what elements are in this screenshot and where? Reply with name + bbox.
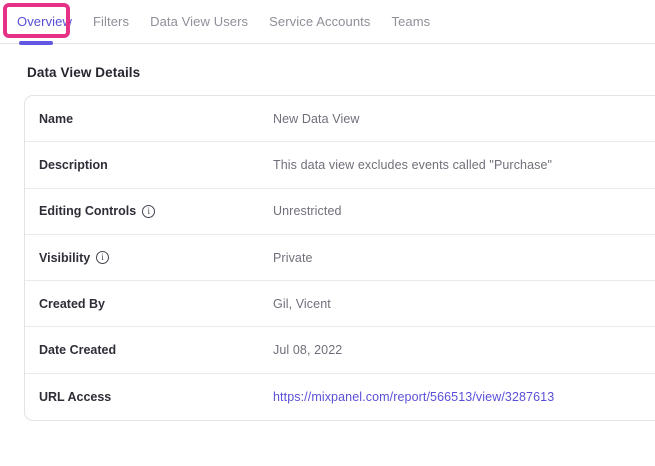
- info-icon[interactable]: i: [142, 205, 155, 218]
- page-title: Data View Details: [27, 65, 655, 80]
- row-label-text: URL Access: [39, 390, 111, 404]
- row-label: Date Created: [39, 343, 273, 357]
- row-label: URL Access: [39, 390, 273, 404]
- table-row-visibility: Visibility i Private: [25, 235, 655, 281]
- row-label-text: Created By: [39, 297, 105, 311]
- row-value: Unrestricted: [273, 204, 342, 218]
- row-label: Created By: [39, 297, 273, 311]
- tab-overview[interactable]: Overview: [17, 14, 72, 29]
- row-label-text: Date Created: [39, 343, 116, 357]
- tab-bar: Overview Filters Data View Users Service…: [0, 0, 655, 44]
- row-label: Visibility i: [39, 251, 273, 265]
- row-label: Editing Controls i: [39, 204, 273, 218]
- table-row-description: Description This data view excludes even…: [25, 142, 655, 188]
- row-label-text: Editing Controls: [39, 204, 136, 218]
- tab-teams[interactable]: Teams: [391, 14, 430, 29]
- row-label: Name: [39, 112, 273, 126]
- row-label: Description: [39, 158, 273, 172]
- row-value: This data view excludes events called "P…: [273, 158, 552, 172]
- tab-filters[interactable]: Filters: [93, 14, 129, 29]
- tab-service-accounts[interactable]: Service Accounts: [269, 14, 370, 29]
- table-row-editing-controls: Editing Controls i Unrestricted: [25, 189, 655, 235]
- table-row-created-by: Created By Gil, Vicent: [25, 281, 655, 327]
- info-icon[interactable]: i: [96, 251, 109, 264]
- row-value: Gil, Vicent: [273, 297, 331, 311]
- active-tab-indicator: [19, 41, 53, 45]
- table-row-date-created: Date Created Jul 08, 2022: [25, 327, 655, 373]
- row-label-text: Visibility: [39, 251, 90, 265]
- row-label-text: Name: [39, 112, 73, 126]
- row-value: https://mixpanel.com/report/566513/view/…: [273, 390, 554, 404]
- tab-data-view-users[interactable]: Data View Users: [150, 14, 248, 29]
- row-value: New Data View: [273, 112, 360, 126]
- url-access-link[interactable]: https://mixpanel.com/report/566513/view/…: [273, 390, 554, 404]
- row-value: Jul 08, 2022: [273, 343, 342, 357]
- row-label-text: Description: [39, 158, 108, 172]
- row-value: Private: [273, 251, 313, 265]
- details-card: Name New Data View Description This data…: [24, 95, 655, 421]
- table-row-url-access: URL Access https://mixpanel.com/report/5…: [25, 374, 655, 420]
- table-row-name: Name New Data View: [25, 96, 655, 142]
